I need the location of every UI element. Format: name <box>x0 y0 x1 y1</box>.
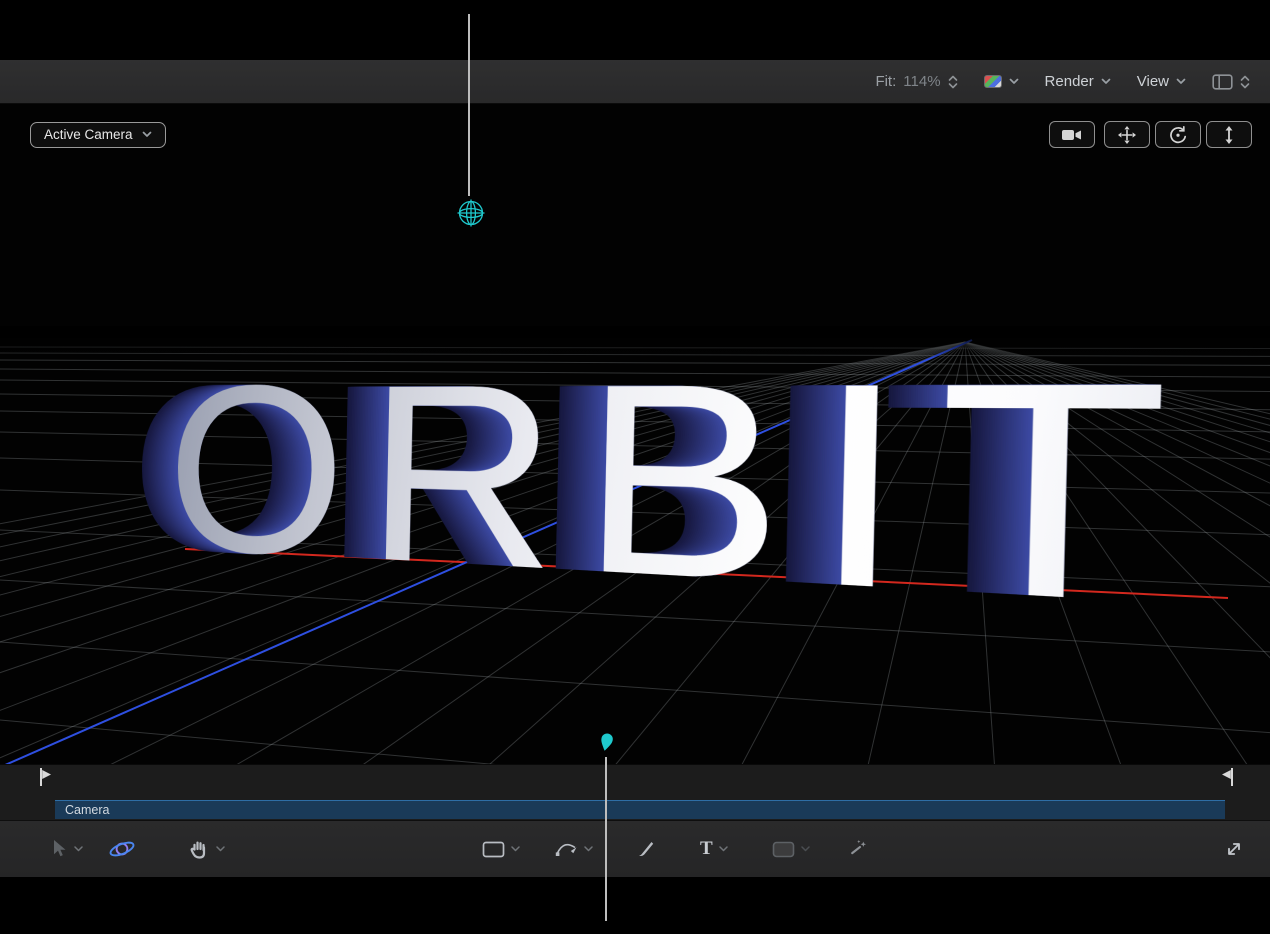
dolly-icon <box>1222 125 1236 145</box>
play-range-in-marker[interactable] <box>39 767 53 787</box>
canvas-toolbar: Fit: 114% Render View <box>0 60 1270 104</box>
paintbrush-icon <box>636 839 656 859</box>
chevron-down-icon <box>801 846 810 852</box>
x-axis-line <box>185 549 1228 598</box>
chevron-down-icon <box>1176 78 1186 85</box>
camera-view-label: Active Camera <box>44 127 133 142</box>
view-tool-buttons <box>1049 121 1252 148</box>
render-label: Render <box>1045 73 1094 90</box>
3d-view-tools-group <box>1104 121 1252 148</box>
adjust-item-tool-button[interactable] <box>848 821 868 877</box>
callout-line-bottom <box>605 757 607 921</box>
expand-diagonal-icon <box>1224 839 1244 859</box>
3d-view-pan-button[interactable] <box>1104 121 1150 148</box>
image-mask-tool-button[interactable] <box>772 821 810 877</box>
camera-track-label: Camera <box>65 803 109 817</box>
chevron-down-icon <box>1101 78 1111 85</box>
fit-value: 114% <box>903 73 940 90</box>
motion-canvas-window: Fit: 114% Render View <box>0 0 1270 934</box>
rectangle-tool-button[interactable] <box>482 821 520 877</box>
view-label: View <box>1137 73 1169 90</box>
stepper-icon <box>948 75 958 89</box>
chevron-down-icon <box>584 846 593 852</box>
zoom-fit-popup[interactable]: Fit: 114% <box>875 73 957 90</box>
layout-icon <box>1212 74 1233 90</box>
chevron-down-icon <box>719 846 728 852</box>
chevron-down-icon <box>74 846 83 852</box>
chevron-down-icon <box>142 131 152 138</box>
3d-transform-tool-button[interactable] <box>108 821 136 877</box>
timeline-expand-button[interactable] <box>1224 821 1244 877</box>
view-menu-button[interactable]: View <box>1137 73 1186 90</box>
color-channels-popup[interactable] <box>984 75 1019 88</box>
play-range-out-marker[interactable] <box>1220 767 1234 787</box>
camera-button[interactable] <box>1049 121 1095 148</box>
callout-line-top <box>468 14 470 196</box>
fit-label: Fit: <box>875 73 896 90</box>
bezier-tool-button[interactable] <box>555 821 593 877</box>
text-tool-icon: T <box>700 838 713 860</box>
camera-icon <box>1061 128 1083 142</box>
canvas-3d-grid <box>0 104 1270 764</box>
pan-hand-tool-button[interactable] <box>188 821 225 877</box>
select-tool-button[interactable] <box>50 821 83 877</box>
3d-view-orbit-button[interactable] <box>1155 121 1201 148</box>
pan-icon <box>1117 125 1137 145</box>
magic-wand-icon <box>848 839 868 859</box>
canvas-viewport[interactable]: ORBIT ORBIT Active Camera <box>0 104 1270 764</box>
text-tool-button[interactable]: T <box>700 821 728 877</box>
top-black-strip <box>0 0 1270 60</box>
hand-icon <box>188 838 210 860</box>
chevron-down-icon <box>511 846 520 852</box>
image-well-icon <box>772 841 795 858</box>
color-swatch-icon <box>984 75 1002 88</box>
chevron-down-icon <box>216 846 225 852</box>
rectangle-icon <box>482 841 505 858</box>
cursor-arrow-icon <box>50 839 68 859</box>
window-layout-popup[interactable] <box>1212 74 1250 90</box>
camera-target-globe-icon[interactable] <box>455 197 487 229</box>
chevron-down-icon <box>1009 78 1019 85</box>
stepper-icon <box>1240 75 1250 89</box>
render-menu-button[interactable]: Render <box>1045 73 1111 90</box>
3d-transform-icon <box>108 835 136 863</box>
bottom-black-strip <box>0 877 1270 934</box>
paint-stroke-tool-button[interactable] <box>636 821 656 877</box>
camera-view-popup[interactable]: Active Camera <box>30 122 166 148</box>
horizon-fade <box>0 326 1270 360</box>
bezier-pen-icon <box>555 840 578 858</box>
3d-view-dolly-button[interactable] <box>1206 121 1252 148</box>
orbit-icon <box>1168 125 1188 145</box>
camera-track-bar[interactable]: Camera <box>55 800 1225 819</box>
mini-timeline: Camera <box>0 764 1270 820</box>
toolbar: T <box>0 820 1270 877</box>
